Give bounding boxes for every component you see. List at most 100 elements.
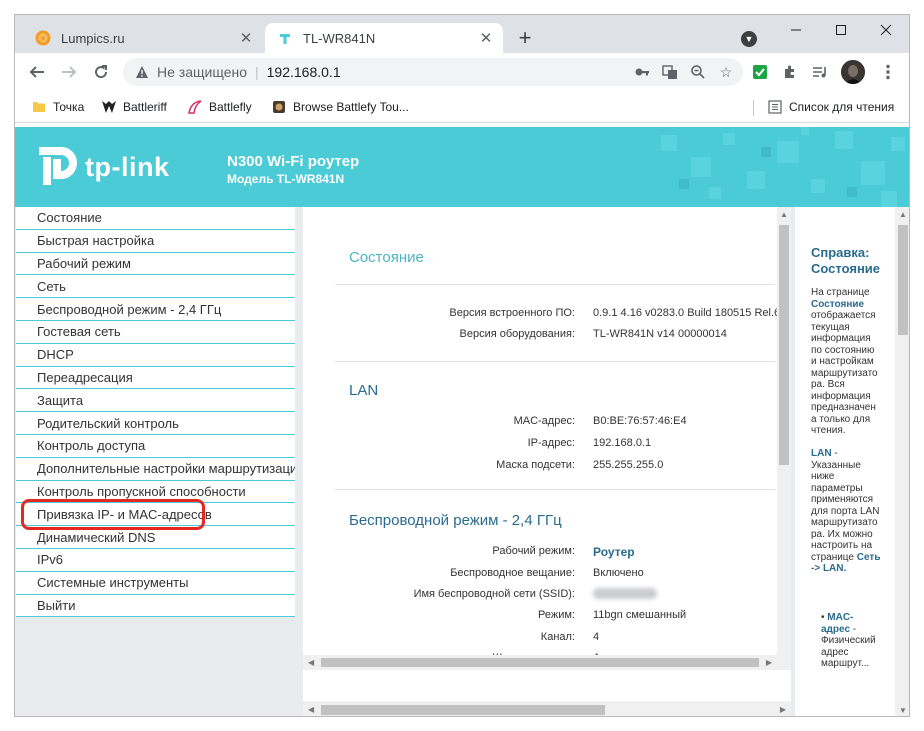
menu-item-guest-network[interactable]: Гостевая сеть [16, 320, 295, 344]
router-menu: Состояние Быстрая настройка Рабочий режи… [15, 207, 295, 716]
help-mac-link: MAC-адрес [821, 612, 854, 635]
address-bar[interactable]: Не защищено | 192.168.0.1 ☆ [123, 58, 743, 86]
menu-item-quick-setup[interactable]: Быстрая настройка [16, 229, 295, 253]
reading-list-button[interactable]: Список для чтения [767, 99, 894, 115]
router-model: N300 Wi-Fi роутер Модель TL-WR841N [227, 153, 359, 186]
back-arrow-icon[interactable] [25, 60, 49, 84]
profile-avatar[interactable] [841, 60, 865, 84]
router-page: tp-link N300 Wi-Fi роутер Модель TL-WR84… [15, 127, 909, 716]
battleriff-icon [101, 99, 117, 115]
model-title: N300 Wi-Fi роутер [227, 153, 360, 170]
tplink-logo: tp-link [37, 147, 170, 187]
help-panel: Справка: Состояние На странице Состояние… [795, 207, 909, 716]
close-window-icon[interactable] [871, 19, 901, 41]
scroll-down-icon[interactable]: ▼ [899, 706, 907, 715]
tab-tl-wr841n[interactable]: TL-WR841N ✕ [265, 23, 503, 53]
ip-row: IP-адрес: 192.168.0.1 [303, 437, 777, 457]
scroll-right-icon[interactable]: ▶ [766, 658, 772, 667]
omnibox-actions: ☆ [633, 63, 735, 81]
help-lan-link[interactable]: LAN [811, 448, 832, 459]
router-header: tp-link N300 Wi-Fi роутер Модель TL-WR84… [15, 127, 909, 207]
menu-item-dhcp[interactable]: DHCP [16, 343, 295, 367]
bookmarks-bar: Точка Battleriff Battlefly Browse Battle… [15, 91, 909, 123]
scroll-thumb[interactable] [779, 225, 789, 465]
inner-vertical-scrollbar[interactable]: ▲ [777, 207, 791, 670]
inner-horizontal-scrollbar[interactable]: ◀ ▶ [303, 655, 777, 670]
bookmark-star-icon[interactable]: ☆ [717, 63, 735, 81]
extension-check-icon[interactable] [751, 63, 769, 81]
scroll-thumb[interactable] [898, 225, 908, 335]
mask-value: 255.255.255.0 [593, 459, 664, 471]
extensions-puzzle-icon[interactable] [781, 63, 799, 81]
scroll-up-icon[interactable]: ▲ [780, 210, 788, 219]
menu-item-parental-control[interactable]: Родительский контроль [16, 412, 295, 435]
mask-row: Маска подсети: 255.255.255.0 [303, 459, 777, 479]
browser-window: Lumpics.ru ✕ TL-WR841N ✕ + ▼ Не защищено… [14, 14, 910, 717]
bookmark-battlefy[interactable]: Browse Battlefy Tou... [271, 99, 409, 115]
outer-horizontal-scrollbar[interactable]: ◀ ▶ [303, 701, 791, 716]
zoom-icon[interactable] [689, 63, 707, 81]
tab-search-icon[interactable]: ▼ [741, 31, 757, 47]
translate-icon[interactable] [661, 63, 679, 81]
firmware-value: 0.9.1 4.16 v0283.0 Build 180515 Rel.6 [593, 307, 777, 319]
forward-arrow-icon[interactable] [57, 60, 81, 84]
security-label: Не защищено [157, 64, 247, 80]
menu-item-status[interactable]: Состояние [16, 207, 295, 230]
help-vertical-scrollbar[interactable]: ▲ ▼ [895, 207, 909, 716]
url-text[interactable]: 192.168.0.1 [267, 64, 341, 80]
standard-value: 11bgn смешанный [593, 609, 687, 621]
help-text-pre: На странице [811, 287, 870, 298]
maximize-icon[interactable] [826, 19, 856, 41]
warning-triangle-icon[interactable] [135, 65, 149, 79]
close-tab-icon[interactable]: ✕ [235, 27, 257, 49]
new-tab-icon[interactable]: + [513, 25, 537, 50]
bookmark-battleriff[interactable]: Battleriff [101, 99, 167, 115]
help-text-post: отображается текущая информация по состо… [811, 310, 878, 436]
reading-list-icon [767, 99, 783, 115]
scroll-left-icon[interactable]: ◀ [308, 705, 314, 714]
broadcast-row: Беспроводное вещание: Включено [303, 567, 777, 587]
header-pattern [661, 127, 905, 207]
media-queue-icon[interactable] [811, 63, 829, 81]
firmware-label: Версия встроенного ПО: [449, 307, 575, 319]
menu-item-wireless[interactable]: Беспроводной режим - 2,4 ГГц [16, 298, 295, 321]
reading-list-label: Список для чтения [789, 100, 895, 114]
broadcast-label: Беспроводное вещание: [450, 567, 575, 579]
omnibox-separator: | [255, 64, 259, 80]
reload-icon[interactable] [89, 60, 113, 84]
close-tab-icon[interactable]: ✕ [475, 27, 497, 49]
help-title: Справка: Состояние [811, 245, 881, 276]
menu-item-system-tools[interactable]: Системные инструменты [16, 571, 295, 595]
menu-item-operation-mode[interactable]: Рабочий режим [16, 252, 295, 276]
key-icon[interactable] [633, 63, 651, 81]
scroll-thumb[interactable] [321, 705, 605, 715]
bookmark-tochka[interactable]: Точка [31, 99, 84, 115]
scroll-right-icon[interactable]: ▶ [780, 705, 786, 714]
ssid-blurred-value [593, 588, 657, 602]
standard-row: Режим: 11bgn смешанный [303, 609, 777, 629]
help-list: • MAC-адрес - Физический адрес маршрут..… [821, 612, 876, 669]
menu-item-logout[interactable]: Выйти [16, 594, 295, 618]
minimize-icon[interactable] [781, 19, 811, 41]
bookmark-label: Battleriff [123, 100, 167, 114]
menu-item-forwarding[interactable]: Переадресация [16, 366, 295, 390]
menu-item-access-control[interactable]: Контроль доступа [16, 434, 295, 458]
status-panel: Состояние Версия встроенного ПО: 0.9.1 4… [303, 207, 791, 716]
menu-dots-icon[interactable] [879, 63, 897, 81]
ip-value: 192.168.0.1 [593, 437, 652, 449]
mode-label: Рабочий режим: [492, 545, 575, 557]
bookmark-label: Browse Battlefy Tou... [293, 100, 409, 114]
menu-item-network[interactable]: Сеть [16, 275, 295, 299]
menu-item-ipv6[interactable]: IPv6 [16, 548, 295, 572]
menu-item-security[interactable]: Защита [16, 389, 295, 413]
mode-value: Роутер [593, 545, 635, 559]
menu-item-advanced-routing[interactable]: Дополнительные настройки маршрутизации [16, 457, 295, 481]
bookmark-battlefly[interactable]: Battlefly [187, 99, 252, 115]
mac-label: MAC-адрес: [513, 415, 575, 427]
scroll-thumb[interactable] [321, 658, 759, 667]
scroll-left-icon[interactable]: ◀ [308, 658, 314, 667]
scroll-up-icon[interactable]: ▲ [899, 210, 907, 219]
help-status-link[interactable]: Состояние [811, 299, 864, 310]
bookmarks-separator [753, 100, 754, 116]
tab-lumpics[interactable]: Lumpics.ru ✕ [23, 23, 263, 53]
